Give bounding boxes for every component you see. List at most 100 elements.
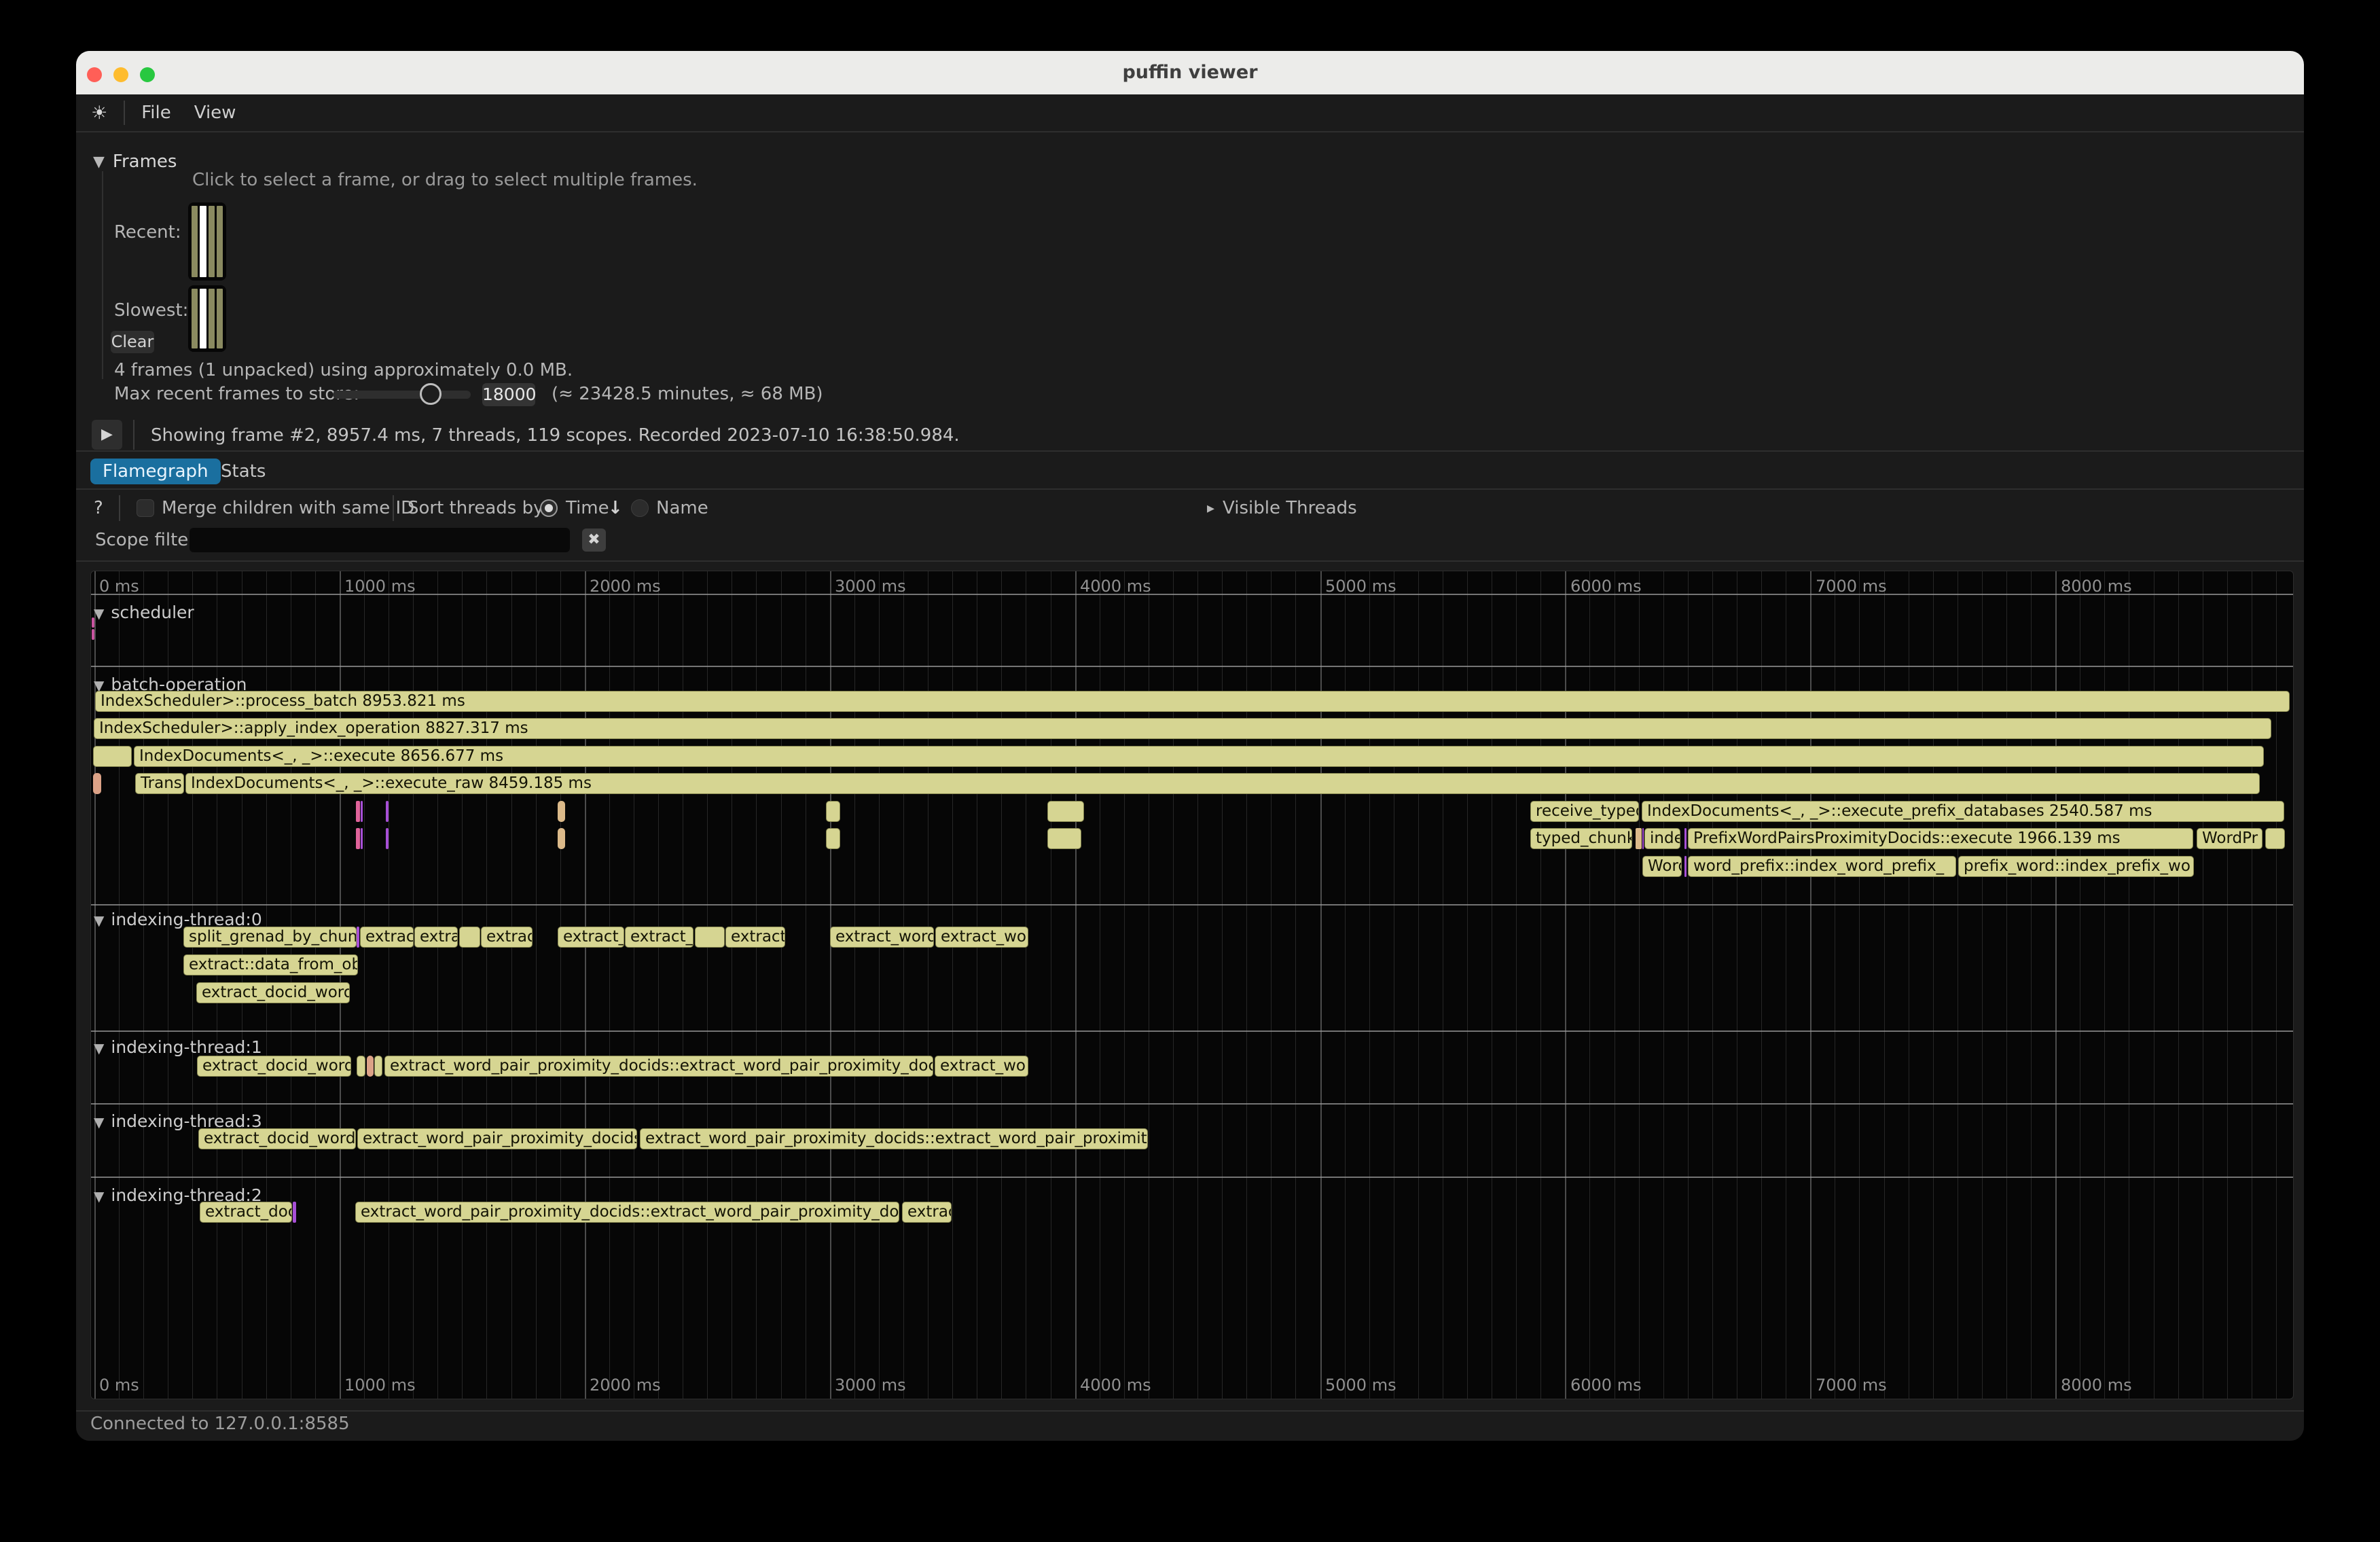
flame-scope[interactable]	[695, 927, 725, 948]
flame-scope[interactable]: IndexScheduler>::process_batch 8953.821 …	[95, 691, 2290, 712]
flame-scope[interactable]: extract	[725, 927, 785, 948]
frame-bar[interactable]	[192, 206, 198, 277]
flame-scope[interactable]	[357, 927, 359, 948]
flame-scope[interactable]: typed_chunk::w	[1530, 828, 1632, 849]
flame-scope[interactable]	[1642, 828, 1644, 849]
scope-filter-input[interactable]	[190, 528, 570, 552]
recent-frames-thumbnail[interactable]	[188, 202, 226, 281]
frame-bar[interactable]	[209, 206, 215, 277]
flame-scope[interactable]: extract_	[625, 927, 693, 948]
sort-by-name-label[interactable]: Name	[656, 498, 708, 518]
flame-scope[interactable]: extract_docid_word	[197, 1056, 351, 1077]
flame-scope[interactable]: WordPr	[2197, 828, 2262, 849]
frame-bar[interactable]	[200, 206, 206, 277]
flame-scope[interactable]: Word	[1642, 856, 1682, 877]
flame-scope[interactable]	[361, 828, 363, 849]
flame-scope[interactable]	[293, 1202, 296, 1223]
sort-by-name-radio[interactable]	[631, 499, 649, 517]
flame-scope[interactable]: IndexDocuments<_, _>::execute 8656.677 m…	[134, 746, 2264, 767]
flame-scope[interactable]: index	[1644, 828, 1680, 849]
frame-bar[interactable]	[200, 289, 206, 348]
flame-scope[interactable]: extract_wo	[935, 1056, 1028, 1077]
flame-scope[interactable]	[386, 828, 389, 849]
title-bar[interactable]: puffin viewer	[76, 51, 2304, 94]
flame-scope[interactable]	[92, 617, 94, 628]
flame-scope[interactable]: extract_word_pair_proximity_docids::extr…	[640, 1128, 1148, 1149]
flame-scope[interactable]: extract_word	[830, 927, 934, 948]
tab-flamegraph[interactable]: Flamegraph	[90, 459, 221, 484]
flame-scope[interactable]	[1047, 801, 1084, 822]
frame-bar[interactable]	[192, 289, 198, 348]
clear-filter-button[interactable]: ✖	[582, 528, 606, 552]
flame-scope[interactable]	[92, 629, 94, 640]
flame-scope[interactable]: PrefixWordPairsProximityDocids::execute …	[1688, 828, 2193, 849]
flame-scope[interactable]: IndexScheduler>::apply_index_operation 8…	[94, 718, 2271, 739]
sort-by-time-radio[interactable]	[540, 499, 558, 517]
sort-direction-icon[interactable]: ↓	[608, 498, 623, 518]
menu-view[interactable]: View	[194, 103, 236, 123]
max-frames-value[interactable]: 18000	[482, 383, 535, 406]
frames-collapsing-header[interactable]: ▼ Frames	[93, 151, 177, 172]
flame-scope[interactable]	[1684, 856, 1687, 877]
play-button[interactable]: ▶	[92, 420, 122, 450]
visible-threads-header[interactable]: ▸ Visible Threads	[1207, 498, 1357, 518]
flame-scope[interactable]: extract_word_pair_proximity_docids::extr…	[384, 1056, 933, 1077]
flame-scope[interactable]: extract_	[558, 927, 624, 948]
flame-scope[interactable]	[459, 927, 480, 948]
flame-scope[interactable]	[1636, 828, 1642, 849]
theme-toggle-icon[interactable]: ☀	[91, 103, 107, 124]
flame-scope[interactable]: split_grenad_by_chun	[183, 927, 357, 948]
slowest-frames-thumbnail[interactable]	[188, 285, 226, 352]
sort-by-time-label[interactable]: Time	[566, 498, 609, 518]
help-button[interactable]: ?	[94, 498, 103, 518]
flame-scope[interactable]	[558, 828, 565, 849]
flame-scope[interactable]: IndexDocuments<_, _>::execute_prefix_dat…	[1642, 801, 2284, 822]
flame-scope[interactable]: prefix_word::index_prefix_wo	[1958, 856, 2194, 877]
flame-scope[interactable]: extract::data_from_ob	[183, 954, 358, 975]
flame-scope[interactable]	[356, 801, 360, 822]
flame-scope[interactable]: extra	[414, 927, 458, 948]
menu-file[interactable]: File	[141, 103, 171, 123]
clear-frames-button[interactable]: Clear	[111, 331, 154, 353]
flame-scope[interactable]: extrac	[902, 1202, 952, 1223]
thread-label-scheduler[interactable]: ▼scheduler	[94, 603, 194, 622]
flame-scope[interactable]: extract_docid_word	[198, 1128, 356, 1149]
merge-children-label[interactable]: Merge children with same ID	[162, 498, 414, 518]
flame-scope[interactable]	[558, 801, 565, 822]
collapse-arrow-icon: ▼	[94, 605, 104, 622]
flame-scope[interactable]	[2265, 828, 2285, 849]
flame-scope[interactable]: receive_typed_	[1530, 801, 1639, 822]
flame-scope[interactable]: extract_wo	[935, 927, 1028, 948]
flame-scope[interactable]	[374, 1056, 382, 1077]
flamegraph-canvas[interactable]: 0 ms0 ms1000 ms1000 ms2000 ms2000 ms3000…	[90, 571, 2294, 1399]
flame-scope[interactable]	[93, 773, 101, 794]
flame-scope[interactable]	[356, 828, 360, 849]
divider	[76, 488, 2304, 490]
flame-scope[interactable]	[386, 801, 389, 822]
flame-scope[interactable]: extract_doc	[200, 1202, 292, 1223]
flame-scope[interactable]	[1684, 828, 1687, 849]
frame-bar[interactable]	[217, 289, 223, 348]
max-frames-slider-knob[interactable]	[420, 383, 441, 405]
flame-scope[interactable]: IndexDocuments<_, _>::execute_raw 8459.1…	[185, 773, 2260, 794]
flame-scope[interactable]	[357, 1056, 365, 1077]
merge-children-checkbox[interactable]	[137, 499, 154, 517]
max-frames-slider[interactable]	[333, 391, 471, 399]
flame-scope[interactable]	[93, 746, 132, 767]
flame-scope[interactable]: extract_word_pair_proximity_docids	[357, 1128, 637, 1149]
frame-bar[interactable]	[217, 206, 223, 277]
flame-scope[interactable]	[1047, 828, 1081, 849]
flame-scope[interactable]	[361, 801, 363, 822]
flame-scope[interactable]: word_prefix::index_word_prefix_	[1688, 856, 1956, 877]
flame-scope[interactable]: extract_word_pair_proximity_docids::extr…	[355, 1202, 899, 1223]
tab-stats[interactable]: Stats	[209, 459, 278, 484]
flame-scope[interactable]	[367, 1056, 374, 1077]
flame-scope[interactable]: extract_docid_word	[196, 982, 350, 1003]
frame-bar[interactable]	[209, 289, 215, 348]
thread-label-indexing-thread:1[interactable]: ▼indexing-thread:1	[94, 1037, 262, 1057]
flame-scope[interactable]	[826, 801, 840, 822]
flame-scope[interactable]: Trans	[135, 773, 184, 794]
flame-scope[interactable]	[826, 828, 840, 849]
flame-scope[interactable]: extrac	[481, 927, 533, 948]
flame-scope[interactable]: extract	[360, 927, 414, 948]
